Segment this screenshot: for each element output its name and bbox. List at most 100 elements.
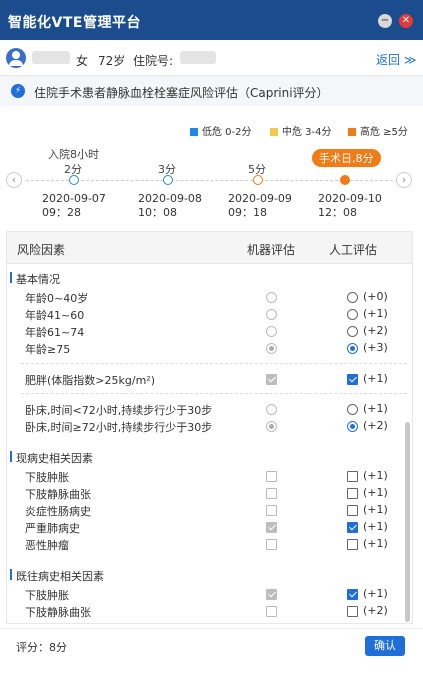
table-row: 卧床,时间<72小时,持续步行少于30步 (+1) bbox=[7, 401, 412, 418]
row-score: (+1) bbox=[363, 469, 388, 482]
machine-checkbox bbox=[266, 505, 277, 516]
manual-radio[interactable] bbox=[347, 309, 358, 320]
close-icon[interactable]: ✕ bbox=[399, 14, 413, 28]
table-row: 恶性肿瘤 (+1) bbox=[7, 536, 412, 553]
manual-checkbox[interactable] bbox=[347, 522, 358, 533]
node-4-dot[interactable] bbox=[340, 175, 350, 185]
machine-checkbox bbox=[266, 606, 277, 617]
row-label: 炎症性肠病史 bbox=[25, 505, 91, 518]
legend-high-swatch bbox=[348, 128, 356, 136]
patient-gender: 女 bbox=[76, 54, 89, 68]
manual-radio[interactable] bbox=[347, 326, 358, 337]
section-past: 既往病史相关因素 bbox=[10, 569, 104, 583]
row-label: 严重肺病史 bbox=[25, 522, 80, 535]
manual-checkbox[interactable] bbox=[347, 589, 358, 600]
confirm-button[interactable]: 确认 bbox=[365, 636, 405, 656]
title-bar: 智能化VTE管理平台 − ✕ bbox=[0, 0, 423, 40]
back-button[interactable]: 返回 ≫ bbox=[376, 51, 416, 68]
row-score: (+1) bbox=[363, 372, 388, 385]
row-score: (+1) bbox=[363, 537, 388, 550]
legend-mid: 中危 3-4分 bbox=[270, 123, 332, 138]
node-2-date: 2020-09-08 10：08 bbox=[138, 192, 202, 219]
divider bbox=[21, 363, 407, 364]
manual-radio[interactable] bbox=[347, 292, 358, 303]
table-header: 风险因素 机器评估 人工评估 bbox=[7, 232, 412, 264]
table-row: 卧床,时间≥72小时,持续步行少于30步 (+2) bbox=[7, 418, 412, 435]
manual-checkbox[interactable] bbox=[347, 488, 358, 499]
row-label: 恶性肿瘤 bbox=[25, 539, 69, 552]
avatar-icon bbox=[6, 48, 26, 68]
row-score: (+2) bbox=[363, 324, 388, 337]
machine-checkbox bbox=[266, 471, 277, 482]
manual-checkbox[interactable] bbox=[347, 539, 358, 550]
inpatient-label: 住院号: bbox=[133, 54, 174, 68]
node-3-dot[interactable] bbox=[253, 175, 263, 185]
row-score: (+1) bbox=[363, 486, 388, 499]
timeline-next-button[interactable]: › bbox=[396, 172, 412, 188]
row-score: (+1) bbox=[363, 307, 388, 320]
node-4-surgery-tag: 手术日,8分 bbox=[312, 149, 381, 167]
table-row: 年龄0~40岁 (+0) bbox=[7, 289, 412, 306]
row-label: 年龄≥75 bbox=[25, 343, 71, 356]
legend-low-swatch bbox=[190, 128, 198, 136]
node-1-dot[interactable] bbox=[69, 175, 79, 185]
manual-checkbox[interactable] bbox=[347, 471, 358, 482]
table-row: 肥胖(体脂指数>25kg/m²) (+1) bbox=[7, 371, 412, 388]
row-label: 年龄41~60 bbox=[25, 309, 85, 322]
row-score: (+1) bbox=[363, 520, 388, 533]
legend-high: 高危 ≥5分 bbox=[348, 123, 408, 138]
row-label: 下肢肿胀 bbox=[25, 589, 69, 602]
machine-radio bbox=[266, 309, 277, 320]
machine-checkbox bbox=[266, 374, 277, 385]
row-score: (+1) bbox=[363, 503, 388, 516]
row-score: (+3) bbox=[363, 341, 388, 354]
node-2-dot[interactable] bbox=[163, 175, 173, 185]
table-row: 下肢肿胀 (+1) bbox=[7, 468, 412, 485]
manual-checkbox[interactable] bbox=[347, 505, 358, 516]
row-score: (+0) bbox=[363, 290, 388, 303]
machine-radio bbox=[266, 326, 277, 337]
table-row: 下肢静脉曲张 (+2) bbox=[7, 603, 412, 620]
section-basic: 基本情况 bbox=[10, 272, 60, 286]
machine-checkbox bbox=[266, 589, 277, 600]
machine-radio bbox=[266, 404, 277, 415]
machine-radio bbox=[266, 343, 277, 354]
manual-checkbox[interactable] bbox=[347, 606, 358, 617]
assessment-title: 住院手术患者静脉血栓栓塞症风险评估（Caprini评分） bbox=[34, 86, 329, 100]
divider bbox=[21, 393, 407, 394]
table-scrollbar[interactable] bbox=[405, 422, 410, 622]
table-row: 下肢肿胀 (+1) bbox=[7, 586, 412, 603]
node-3-date: 2020-09-09 09：18 bbox=[228, 192, 292, 219]
footer-bar: 评分：8分 确认 bbox=[0, 628, 423, 676]
table-row: 年龄≥75 (+3) bbox=[7, 340, 412, 357]
machine-radio bbox=[266, 421, 277, 432]
table-row: 年龄61~74 (+2) bbox=[7, 323, 412, 340]
machine-radio bbox=[266, 292, 277, 303]
row-label: 肥胖(体脂指数>25kg/m²) bbox=[25, 374, 155, 387]
row-label: 下肢肿胀 bbox=[25, 471, 69, 484]
timeline-prev-button[interactable]: ‹ bbox=[6, 172, 22, 188]
table-row: 下肢静脉曲张 (+1) bbox=[7, 485, 412, 502]
patient-info-bar: 女 72岁 住院号: 返回 ≫ bbox=[0, 40, 423, 76]
manual-checkbox[interactable] bbox=[347, 374, 358, 385]
manual-radio[interactable] bbox=[347, 421, 358, 432]
row-label: 卧床,时间≥72小时,持续步行少于30步 bbox=[25, 421, 213, 434]
manual-radio[interactable] bbox=[347, 343, 358, 354]
header-machine: 机器评估 bbox=[247, 243, 296, 257]
node-1-date: 2020-09-07 09：28 bbox=[42, 192, 106, 219]
table-row: 年龄41~60 (+1) bbox=[7, 306, 412, 323]
manual-radio[interactable] bbox=[347, 404, 358, 415]
legend-low: 低危 0-2分 bbox=[190, 123, 252, 138]
row-score: (+1) bbox=[363, 587, 388, 600]
row-label: 卧床,时间<72小时,持续步行少于30步 bbox=[25, 404, 213, 417]
lightning-icon: ⚡ bbox=[11, 84, 25, 98]
minimize-icon[interactable]: − bbox=[378, 14, 392, 28]
assessment-header: ⚡ 住院手术患者静脉血栓栓塞症风险评估（Caprini评分） bbox=[0, 76, 423, 106]
risk-factor-table: 风险因素 机器评估 人工评估 基本情况 年龄0~40岁 (+0) 年龄41~60… bbox=[6, 231, 413, 624]
row-score: (+2) bbox=[363, 419, 388, 432]
app-title: 智能化VTE管理平台 bbox=[8, 15, 141, 31]
node-1-label: 入院8小时 bbox=[48, 148, 99, 161]
legend-mid-swatch bbox=[270, 128, 278, 136]
section-current: 现病史相关因素 bbox=[10, 451, 93, 465]
total-score: 评分：8分 bbox=[16, 641, 67, 654]
